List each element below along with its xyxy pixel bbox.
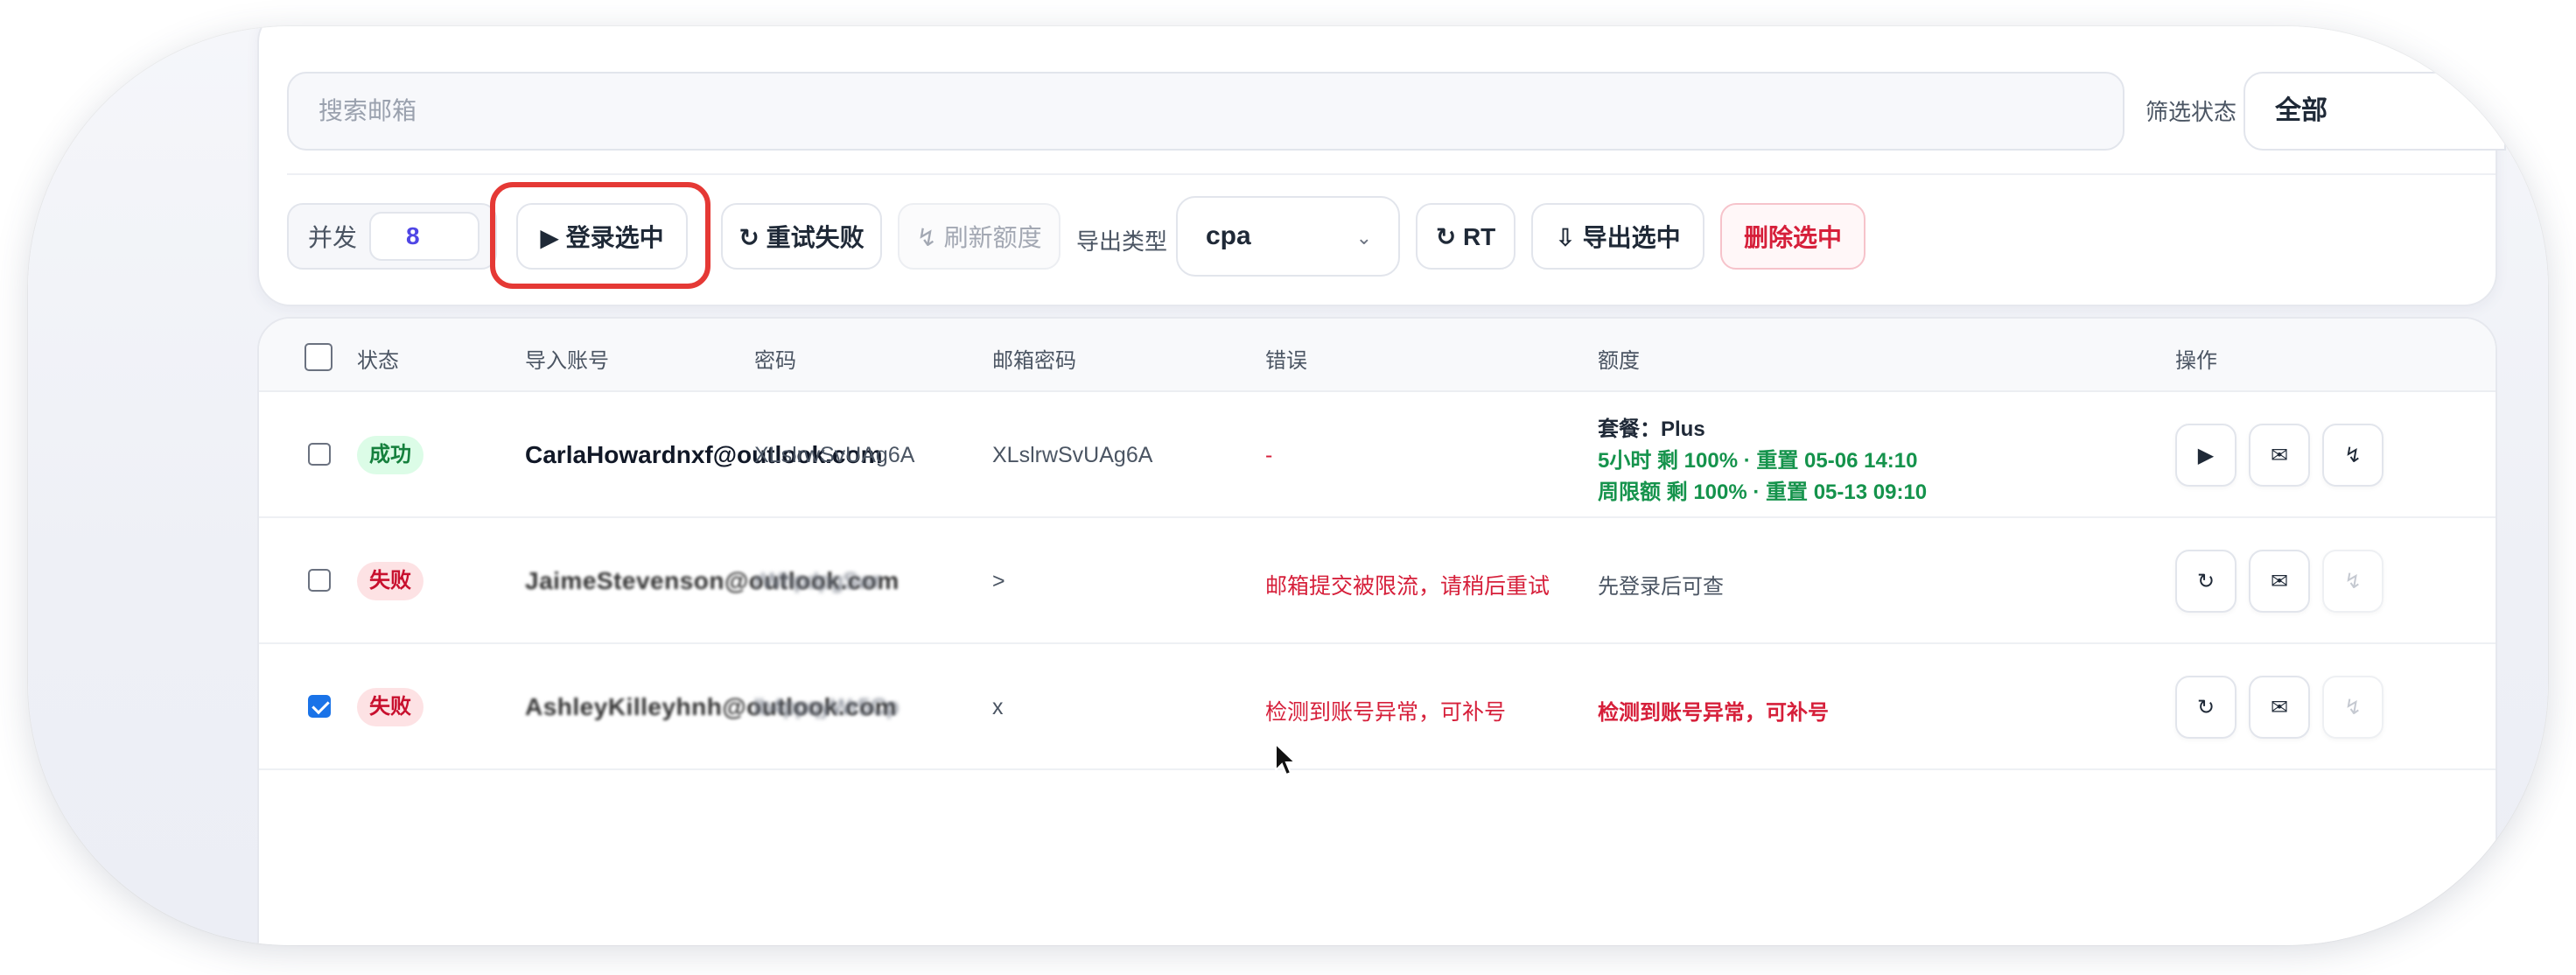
export-type-value: cpa xyxy=(1206,221,1251,250)
table-header: 状态 导入账号 密码 邮箱密码 错误 额度 操作 xyxy=(259,319,2496,392)
row-checkbox[interactable] xyxy=(308,569,331,592)
login-play-icon[interactable]: ▶ xyxy=(2175,424,2236,487)
account-password: lb4ppqyWr5Cp xyxy=(754,695,899,719)
refresh-quota-icon[interactable]: ↯ xyxy=(2322,424,2384,487)
quota-text: 先登录后可查 xyxy=(1598,575,1724,599)
delete-selected-button[interactable]: 删除选中 xyxy=(1720,203,1866,270)
chevron-down-icon: ⌄ xyxy=(1355,227,1372,249)
status-badge: 失败 xyxy=(357,562,424,600)
header-error: 错误 xyxy=(1265,349,1307,373)
account-password: XLslrwSvUAg6A xyxy=(754,443,915,467)
select-all-checkbox[interactable] xyxy=(304,343,332,371)
error-text: - xyxy=(1265,443,1273,467)
mail-icon[interactable]: ✉ xyxy=(2249,550,2310,613)
row-checkbox[interactable] xyxy=(308,695,331,718)
table-row: 成功 CarlaHowardnxf@outlook.com XLslrwSvUA… xyxy=(259,392,2496,518)
refresh-quota-icon[interactable]: ↯ xyxy=(2322,550,2384,613)
error-text: 邮箱提交被限流，请稍后重试 xyxy=(1265,574,1550,599)
mail-icon[interactable]: ✉ xyxy=(2249,676,2310,739)
quota-weekly: 周限额 剩 100% · 重置 05-13 09:10 xyxy=(1598,480,1928,504)
retry-icon[interactable]: ↻ xyxy=(2175,676,2236,739)
toolbar-divider xyxy=(287,173,2496,175)
concurrency-input[interactable]: 8 xyxy=(369,212,480,261)
table-row: 失败 AshleyKilleyhnh@outlook.com lb4ppqyWr… xyxy=(259,644,2496,770)
status-filter-select[interactable]: 全部 xyxy=(2244,72,2506,151)
mail-password: > xyxy=(992,569,1005,593)
quota-plan: 套餐：Plus xyxy=(1598,417,1705,441)
retry-failed-button[interactable]: ↻ 重试失败 xyxy=(721,203,882,270)
rt-button[interactable]: ↻ RT xyxy=(1416,203,1516,270)
concurrency-group: 并发 8 xyxy=(287,203,497,270)
header-account: 导入账号 xyxy=(525,349,609,373)
status-badge: 失败 xyxy=(357,688,424,726)
error-text: 检测到账号异常，可补号 xyxy=(1265,700,1507,725)
mouse-cursor-icon xyxy=(1275,742,1298,776)
accounts-table: 状态 导入账号 密码 邮箱密码 错误 额度 操作 成功 CarlaHowardn… xyxy=(257,317,2497,945)
header-quota: 额度 xyxy=(1598,349,1640,373)
quota-text: 检测到账号异常，可补号 xyxy=(1598,701,1829,725)
toolbar-card: 搜索邮箱 筛选状态 全部 并发 8 ▶ 登录选中 ↻ 重试失败 ↯ 刷新额度 导… xyxy=(257,26,2506,306)
export-type-select[interactable]: cpa ⌄ xyxy=(1176,196,1400,277)
mail-password: XLslrwSvUAg6A xyxy=(992,443,1153,467)
header-password: 密码 xyxy=(754,349,796,373)
row-checkbox[interactable] xyxy=(308,443,331,466)
retry-icon[interactable]: ↻ xyxy=(2175,550,2236,613)
status-filter-label: 筛选状态 xyxy=(2146,99,2237,125)
mail-icon[interactable]: ✉ xyxy=(2249,424,2310,487)
header-actions: 操作 xyxy=(2175,349,2217,373)
export-selected-button[interactable]: ⇩ 导出选中 xyxy=(1531,203,1704,270)
mail-password: x xyxy=(992,695,1004,719)
account-password: rWhpdpgSwr xyxy=(754,569,881,593)
header-status: 状态 xyxy=(357,349,399,373)
refresh-quota-icon[interactable]: ↯ xyxy=(2322,676,2384,739)
quota-5h: 5小时 剩 100% · 重置 05-06 14:10 xyxy=(1598,449,1918,473)
search-input[interactable]: 搜索邮箱 xyxy=(287,72,2124,151)
header-mail-password: 邮箱密码 xyxy=(992,349,1076,373)
highlight-annotation xyxy=(490,182,710,289)
table-row: 失败 JaimeStevenson@outlook.com rWhpdpgSwr… xyxy=(259,518,2496,644)
refresh-quota-button[interactable]: ↯ 刷新额度 xyxy=(898,203,1060,270)
app-window: 搜索邮箱 筛选状态 全部 并发 8 ▶ 登录选中 ↻ 重试失败 ↯ 刷新额度 导… xyxy=(28,26,2548,945)
export-type-label: 导出类型 xyxy=(1076,228,1168,255)
status-badge: 成功 xyxy=(357,436,424,474)
concurrency-label: 并发 xyxy=(308,224,358,251)
